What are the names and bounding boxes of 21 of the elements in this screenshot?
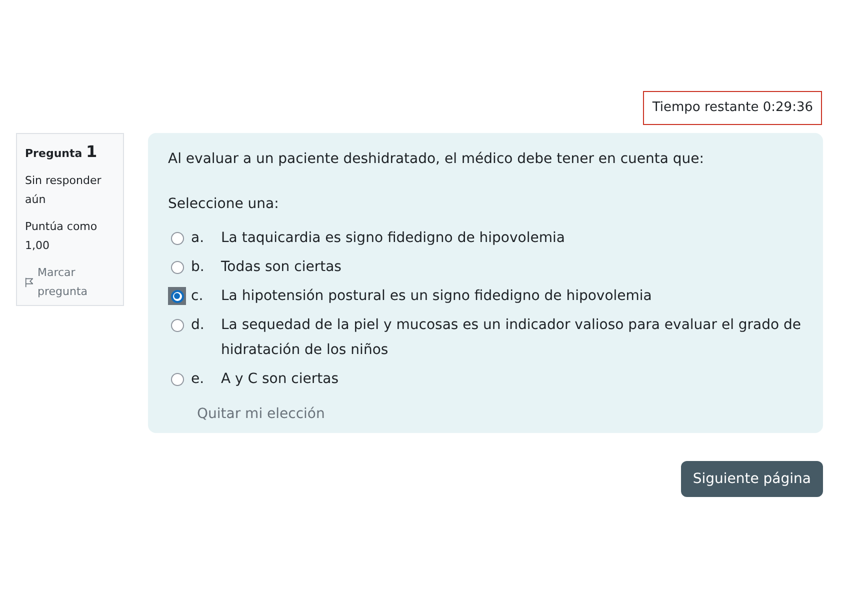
option-text: La taquicardia es signo fidedigno de hipovolemia <box>221 229 565 248</box>
option-text: La sequedad de la piel y mucosas es un indicador valioso para evaluar el grado de hidratación de los niños <box>221 316 802 360</box>
option-text: La hipotensión postural es un signo fidedigno de hipovolemia <box>221 287 652 306</box>
flag-icon <box>25 276 34 288</box>
option-text: A y C son ciertas <box>221 370 338 389</box>
radio-button[interactable] <box>168 287 186 305</box>
grade-text: Puntúa como 1,00 <box>25 219 98 254</box>
option-text: Todas son ciertas <box>221 258 342 277</box>
question-text: Al evaluar a un paciente deshidratado, el médico debe tener en cuenta que: <box>168 150 705 169</box>
option-letter: a. <box>191 229 206 248</box>
status-text: Sin responder aún <box>25 173 102 208</box>
option-letter: d. <box>191 316 206 335</box>
option-letter: c. <box>191 287 204 306</box>
clear-choice-link[interactable]: Quitar mi elección <box>197 404 325 425</box>
timer: Tiempo restante 0:29:36 <box>643 91 822 125</box>
question-number: Pregunta 1 <box>25 142 98 163</box>
option-letter: e. <box>191 370 206 389</box>
option-letter: b. <box>191 258 206 277</box>
next-page-button[interactable]: Siguiente página <box>680 461 823 497</box>
prompt-text: Seleccione una: <box>168 195 280 214</box>
flag-link[interactable]: Marcar pregunta <box>25 263 115 301</box>
